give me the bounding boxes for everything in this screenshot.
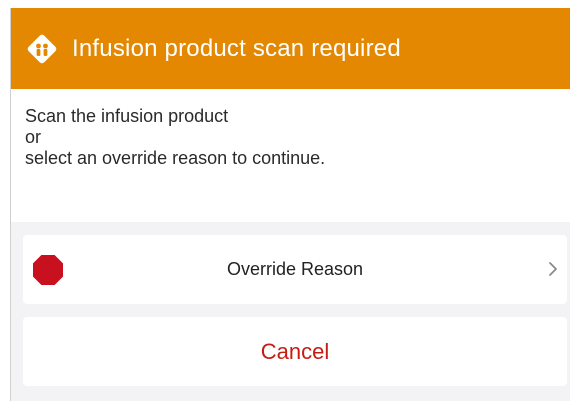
warning-diamond-icon	[24, 31, 60, 67]
scan-required-dialog: Infusion product scan required Scan the …	[10, 8, 570, 401]
dialog-title: Infusion product scan required	[72, 34, 401, 62]
override-reason-button[interactable]: Override Reason	[23, 235, 567, 304]
stop-sign-icon	[32, 254, 64, 286]
dialog-message: Scan the infusion product or select an o…	[11, 89, 570, 222]
cancel-button[interactable]: Cancel	[23, 317, 567, 386]
chevron-right-icon	[547, 259, 559, 279]
override-reason-label: Override Reason	[226, 259, 364, 279]
message-line-2: or	[25, 127, 42, 147]
message-line-3: select an override reason to continue.	[25, 148, 326, 168]
message-line-1: Scan the infusion product	[25, 106, 229, 126]
dialog-header: Infusion product scan required	[11, 8, 570, 89]
